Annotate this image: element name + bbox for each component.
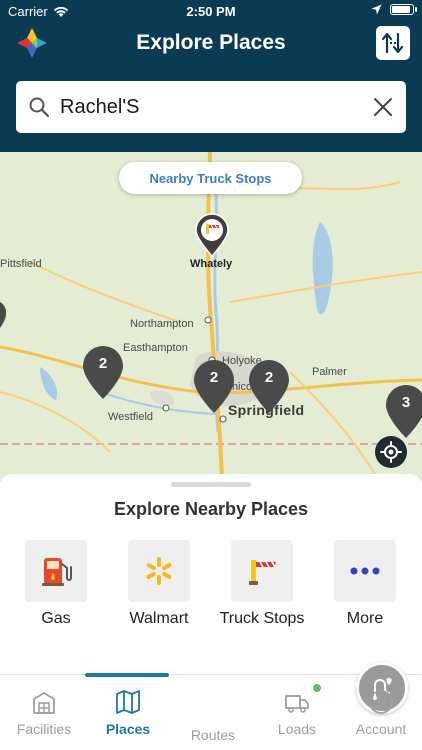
- search-bar[interactable]: [16, 81, 406, 133]
- category-more[interactable]: More: [315, 540, 415, 632]
- map-label-northampton: Northampton: [130, 318, 194, 330]
- status-right: [371, 4, 417, 15]
- category-label: More: [346, 610, 384, 627]
- tab-label: Routes: [190, 727, 236, 743]
- sort-arrows-icon: [381, 32, 404, 54]
- map-pin-icon: [194, 360, 234, 413]
- loads-notification-dot: [313, 684, 321, 692]
- tab-label: Account: [355, 721, 407, 737]
- category-label: Truck Stops: [219, 610, 305, 627]
- status-time: 2:50 PM: [186, 4, 236, 19]
- truck-stop-icon: [249, 560, 276, 585]
- map-label-easthampton: Easthampton: [123, 342, 188, 354]
- more-dots-icon: [350, 567, 380, 575]
- category-tile[interactable]: [334, 540, 396, 602]
- walmart-spark-icon: [146, 557, 172, 585]
- map-label-whately: Whately: [190, 258, 233, 270]
- tab-places[interactable]: Places: [84, 675, 172, 741]
- location-arrow-icon: [371, 4, 382, 15]
- cluster-count: 2: [209, 369, 219, 386]
- map-base-layer: [0, 152, 422, 482]
- app-header: Carrier 2:50 PM Explore Places: [0, 0, 422, 152]
- search-icon: [29, 97, 50, 118]
- truck-icon: [285, 695, 309, 713]
- sort-button[interactable]: [376, 26, 410, 60]
- category-tile[interactable]: [25, 540, 87, 602]
- map-pin-icon: [249, 360, 289, 413]
- clear-search-icon[interactable]: [372, 96, 394, 118]
- category-walmart[interactable]: Walmart: [109, 540, 209, 632]
- cluster-count: 2: [264, 369, 274, 386]
- map-label-westfield: Westfield: [108, 411, 154, 423]
- map-pin-icon: [386, 385, 422, 438]
- sheet-drag-handle[interactable]: [171, 482, 251, 487]
- bottom-tab-bar: Facilities Places Routes Loads Account: [0, 662, 422, 750]
- category-tile[interactable]: [231, 540, 293, 602]
- tab-label: Facilities: [16, 721, 72, 737]
- page-title: Explore Places: [136, 31, 286, 54]
- category-label: Gas: [41, 610, 71, 627]
- category-label: Walmart: [129, 610, 189, 627]
- locate-me-button[interactable]: [375, 436, 407, 468]
- tab-facilities[interactable]: Facilities: [0, 675, 88, 741]
- explore-nearby-sheet: Explore Nearby Places Gas Walmart Truck …: [0, 474, 422, 674]
- nearby-truck-stops-chip[interactable]: Nearby Truck Stops: [119, 162, 302, 194]
- map-cluster-pin[interactable]: 2: [81, 345, 125, 401]
- crosshair-icon: [380, 441, 402, 463]
- tab-routes[interactable]: Routes: [169, 662, 408, 743]
- map-label-palmer: Palmer: [312, 366, 347, 378]
- category-tile[interactable]: [128, 540, 190, 602]
- tab-account[interactable]: Account: [337, 675, 422, 741]
- map-cluster-pin[interactable]: 3: [384, 384, 422, 440]
- tab-loads[interactable]: Loads: [253, 675, 341, 741]
- cluster-count: 3: [401, 394, 411, 411]
- search-input[interactable]: [60, 95, 372, 119]
- gas-pump-icon: [42, 558, 72, 586]
- category-list: Gas Walmart Truck Stops More: [0, 540, 422, 640]
- map-pin-partial-icon[interactable]: [0, 300, 8, 330]
- truck-stop-map-pin[interactable]: [194, 213, 230, 257]
- map-cluster-pin[interactable]: 2: [247, 359, 291, 415]
- tab-label: Places: [105, 721, 151, 737]
- tab-label: Loads: [277, 721, 317, 737]
- map-icon: [116, 690, 140, 714]
- map-cluster-pin[interactable]: 2: [192, 359, 236, 415]
- map-pin-icon: [83, 346, 123, 399]
- account-icon: [369, 690, 393, 714]
- sheet-title: Explore Nearby Places: [113, 499, 309, 519]
- cluster-count: 2: [98, 355, 108, 372]
- map-label-pittsfield: Pittsfield: [0, 258, 42, 270]
- category-gas[interactable]: Gas: [6, 540, 106, 632]
- facilities-icon: [33, 692, 55, 714]
- map-view[interactable]: Whately Pittsfield Northampton Easthampt…: [0, 152, 422, 482]
- status-bar: Carrier 2:50 PM: [0, 0, 422, 22]
- battery-icon: [390, 4, 417, 15]
- category-truck-stops[interactable]: Truck Stops: [212, 540, 312, 632]
